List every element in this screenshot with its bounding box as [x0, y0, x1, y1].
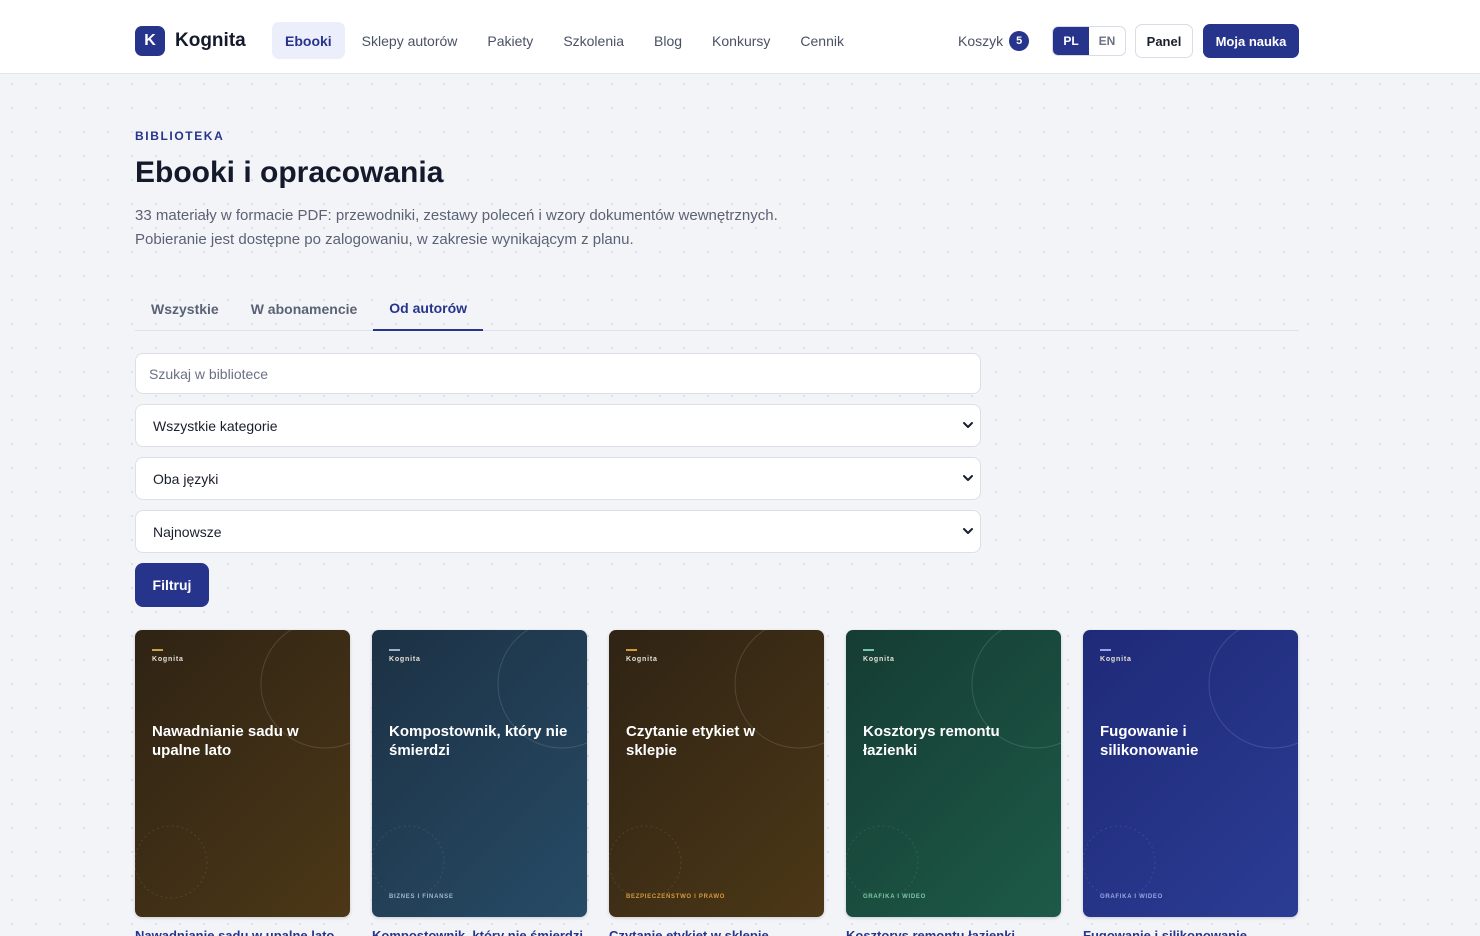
card-link[interactable]: Kosztorys remontu łazienki: [846, 928, 1061, 936]
ebook-card[interactable]: Kognita Kompostownik, który nie śmierdzi…: [372, 630, 587, 917]
top-navigation-bar: K Kognita Ebooki Sklepy autorów Pakiety …: [0, 0, 1480, 74]
brand-accent-bar: [152, 649, 163, 651]
decor-dashed-circle: [846, 825, 919, 899]
nav-item-blog[interactable]: Blog: [641, 22, 695, 59]
cart-count-badge: 5: [1009, 31, 1030, 51]
language-select[interactable]: Oba języki: [135, 457, 981, 500]
card-title: Kosztorys remontu łazienki: [863, 723, 1000, 759]
brand-name: Kognita: [175, 30, 246, 51]
card-title: Nawadnianie sadu w upalne lato: [152, 723, 299, 759]
card-link[interactable]: Czytanie etykiet w sklepie: [609, 928, 824, 936]
card-title: Fugowanie i silikonowanie: [1100, 723, 1199, 759]
ebook-card[interactable]: Kognita Fugowanie i silikonowanie GRAFIK…: [1083, 630, 1298, 917]
main-nav: Ebooki Sklepy autorów Pakiety Szkolenia …: [272, 22, 861, 59]
category-select-value: Wszystkie kategorie: [153, 417, 278, 434]
card-title: Kompostownik, który nie śmierdzi: [389, 723, 568, 759]
tab-w-abonamencie[interactable]: W abonamencie: [235, 286, 374, 331]
card-category: GRAFIKA I WIDEO: [863, 894, 926, 900]
logo[interactable]: K Kognita: [135, 26, 246, 56]
brand-accent-bar: [389, 649, 400, 651]
card-title: Czytanie etykiet w sklepie: [626, 723, 756, 759]
nav-item-ebooki[interactable]: Ebooki: [272, 22, 345, 59]
moja-nauka-button[interactable]: Moja nauka: [1203, 24, 1299, 58]
cart-label: Koszyk: [958, 33, 1004, 49]
sort-select-value: Najnowsze: [153, 523, 222, 540]
library-tabs: Wszystkie W abonamencie Od autorów: [135, 286, 1299, 331]
card-link[interactable]: Fugowanie i silikonowanie: [1083, 928, 1298, 936]
card-category: BEZPIECZEŃSTWO I PRAWO: [626, 894, 726, 900]
search-input[interactable]: Szukaj w bibliotece: [135, 353, 981, 394]
nav-item-szkolenia[interactable]: Szkolenia: [550, 22, 637, 59]
chevron-down-icon: [963, 475, 973, 481]
tab-od-autorow[interactable]: Od autorów: [373, 286, 484, 331]
chevron-down-icon: [963, 422, 973, 428]
ebook-card[interactable]: Kognita Czytanie etykiet w sklepie BEZPI…: [609, 630, 824, 917]
cover-decoration: [846, 630, 1061, 899]
ebook-card[interactable]: Kognita Nawadnianie sadu w upalne lato: [135, 630, 350, 917]
brand-accent-bar: [863, 649, 874, 651]
language-switcher: PL EN: [1052, 26, 1126, 56]
lang-en-button[interactable]: EN: [1089, 27, 1125, 55]
lead-line-2: Pobieranie jest dostępne po zalogowaniu,…: [135, 231, 634, 248]
page-title: Ebooki i opracowania: [135, 156, 444, 189]
decor-dashed-circle: [372, 825, 445, 899]
page-lead: 33 materiały w formacie PDF: przewodniki…: [135, 204, 855, 252]
card-brand: Kognita: [1100, 656, 1132, 663]
lang-pl-button[interactable]: PL: [1053, 27, 1089, 55]
search-placeholder: Szukaj w bibliotece: [149, 365, 269, 382]
decor-dashed-circle: [609, 825, 682, 899]
brand-accent-bar: [1100, 649, 1111, 651]
category-select[interactable]: Wszystkie kategorie: [135, 404, 981, 447]
brand-accent-bar: [626, 649, 637, 651]
tab-wszystkie[interactable]: Wszystkie: [135, 286, 235, 331]
language-select-value: Oba języki: [153, 470, 219, 487]
logo-mark: K: [135, 26, 165, 56]
panel-button[interactable]: Panel: [1135, 24, 1193, 58]
filter-button[interactable]: Filtruj: [135, 563, 209, 607]
section-eyebrow: BIBLIOTEKA: [135, 129, 225, 143]
card-category: BIZNES I FINANSE: [389, 894, 454, 900]
card-brand: Kognita: [389, 656, 421, 663]
cover-decoration: [1083, 630, 1298, 899]
cover-decoration: [609, 630, 824, 899]
chevron-down-icon: [963, 528, 973, 534]
nav-item-cennik[interactable]: Cennik: [787, 22, 857, 59]
sort-select[interactable]: Najnowsze: [135, 510, 981, 553]
card-link[interactable]: Kompostownik, który nie śmierdzi: [372, 928, 587, 936]
card-link[interactable]: Nawadnianie sadu w upalne lato: [135, 928, 350, 936]
nav-item-sklepy-autorow[interactable]: Sklepy autorów: [349, 22, 471, 59]
nav-item-pakiety[interactable]: Pakiety: [474, 22, 546, 59]
decor-dashed-circle: [135, 825, 208, 899]
card-brand: Kognita: [152, 656, 184, 663]
cover-decoration: [372, 630, 587, 899]
card-brand: Kognita: [626, 656, 658, 663]
card-brand: Kognita: [863, 656, 895, 663]
nav-item-konkursy[interactable]: Konkursy: [699, 22, 783, 59]
cover-decoration: [135, 630, 350, 899]
cart-link[interactable]: Koszyk 5: [958, 31, 1030, 51]
decor-dashed-circle: [1083, 825, 1156, 899]
card-category: GRAFIKA I WIDEO: [1100, 894, 1163, 900]
lead-line-1: 33 materiały w formacie PDF: przewodniki…: [135, 207, 778, 224]
ebook-card[interactable]: Kognita Kosztorys remontu łazienki GRAFI…: [846, 630, 1061, 917]
